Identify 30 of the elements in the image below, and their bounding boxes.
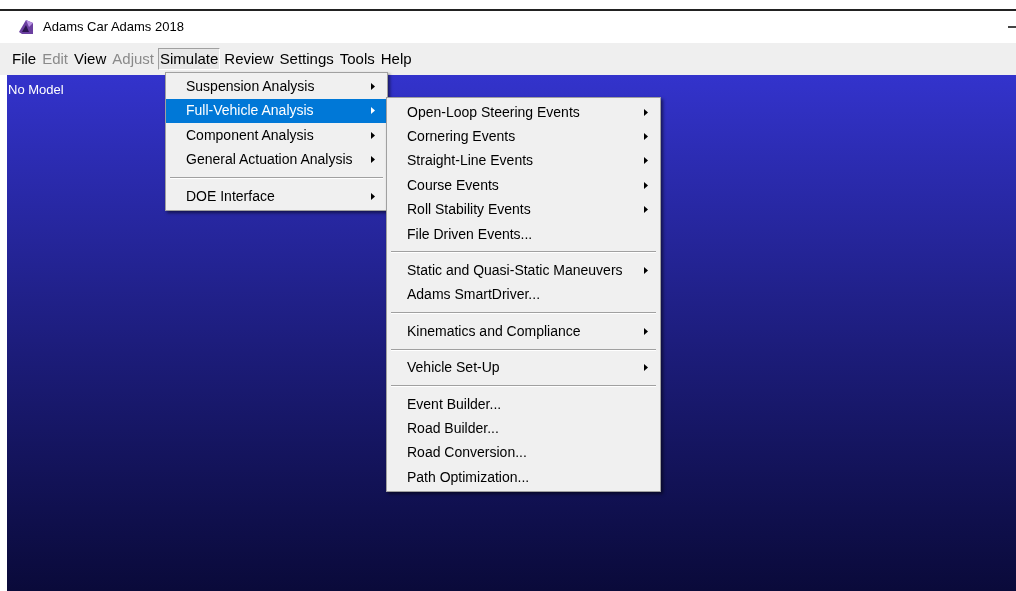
menu-item[interactable]: Vehicle Set-Up: [387, 355, 660, 380]
menu-item[interactable]: Suspension Analysis: [166, 74, 387, 99]
menu-item[interactable]: General Actuation Analysis: [166, 147, 387, 172]
menu-item[interactable]: Road Builder...: [387, 416, 660, 441]
app-logo-icon: [17, 18, 35, 36]
menu-bar-item[interactable]: File: [10, 48, 39, 70]
menu-item[interactable]: Open-Loop Steering Events: [387, 100, 660, 125]
menu-item[interactable]: Kinematics and Compliance: [387, 319, 660, 344]
minimize-icon[interactable]: [1008, 26, 1016, 28]
menu-bar-item[interactable]: Simulate: [158, 48, 221, 70]
menu-item[interactable]: Road Conversion...: [387, 440, 660, 466]
window-title: Adams Car Adams 2018: [43, 18, 184, 37]
canvas-label: No Model: [8, 81, 64, 99]
menu-bar-item[interactable]: Tools: [337, 48, 377, 70]
menu-item[interactable]: Static and Quasi-Static Maneuvers: [387, 258, 660, 283]
menu-item[interactable]: Cornering Events: [387, 124, 660, 149]
menu-bar-item[interactable]: Settings: [277, 48, 336, 70]
menu-item[interactable]: Adams SmartDriver...: [387, 282, 660, 308]
menu-bar-item[interactable]: Review: [222, 48, 276, 70]
menu-item[interactable]: Component Analysis: [166, 123, 387, 148]
menu-item[interactable]: File Driven Events...: [387, 221, 660, 247]
menu-item[interactable]: Course Events: [387, 173, 660, 198]
menu-item[interactable]: Path Optimization...: [387, 465, 660, 490]
menu-item[interactable]: Event Builder...: [387, 391, 660, 417]
menu-item[interactable]: Full-Vehicle Analysis: [166, 98, 387, 123]
menu-bar-item[interactable]: Help: [378, 48, 414, 70]
menu-item[interactable]: DOE Interface: [166, 184, 387, 209]
menu-bar-item[interactable]: View: [72, 48, 109, 70]
menu-item[interactable]: Straight-Line Events: [387, 148, 660, 174]
menu-item[interactable]: Roll Stability Events: [387, 197, 660, 222]
